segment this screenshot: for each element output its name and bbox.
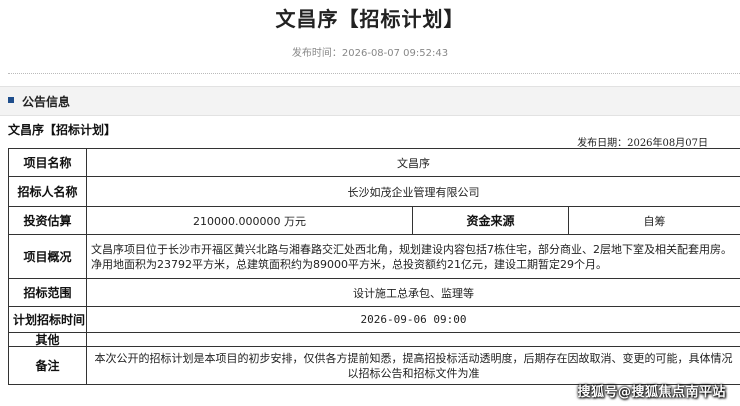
table-row: 招标人名称 长沙如茂企业管理有限公司 bbox=[8, 176, 740, 207]
table-row: 投资估算 210000.000000 万元 资金来源 自筹 bbox=[8, 206, 740, 235]
tenderer-label: 招标人名称 bbox=[8, 176, 87, 207]
table-row: 招标范围 设计施工总承包、监理等 bbox=[8, 278, 740, 307]
section-title: 公告信息 bbox=[22, 95, 71, 109]
document-heading: 文昌序【招标计划】 bbox=[8, 123, 117, 137]
table-row: 计划招标时间 2026-09-06 09:00 bbox=[8, 306, 740, 333]
divider bbox=[8, 73, 740, 74]
scope-label: 招标范围 bbox=[8, 278, 87, 307]
remark-label: 备注 bbox=[8, 346, 87, 385]
plan-time-value: 2026-09-06 09:00 bbox=[86, 306, 740, 333]
overview-value: 文昌序项目位于长沙市开福区黄兴北路与湘春路交汇处西北角，规划建设内容包括7栋住宅… bbox=[86, 234, 740, 279]
remark-value: 本次公开的招标计划是本项目的初步安排，仅供各方提前知悉，提高招投标活动透明度，后… bbox=[86, 346, 740, 385]
other-label: 其他 bbox=[8, 332, 87, 347]
project-name-label: 项目名称 bbox=[8, 148, 87, 177]
investment-value: 210000.000000 万元 bbox=[86, 206, 413, 235]
square-bullet-icon bbox=[8, 97, 14, 103]
table-row: 其他 bbox=[8, 332, 740, 347]
page-title: 文昌序【招标计划】 bbox=[275, 7, 465, 31]
section-header: 公告信息 bbox=[0, 86, 740, 116]
project-name-value: 文昌序 bbox=[86, 148, 740, 177]
tender-plan-table: 项目名称 文昌序 招标人名称 长沙如茂企业管理有限公司 投资估算 210000.… bbox=[8, 148, 740, 385]
other-value bbox=[86, 332, 740, 347]
scope-value: 设计施工总承包、监理等 bbox=[86, 278, 740, 307]
watermark: 搜狐号@搜狐焦点南平站 bbox=[577, 385, 726, 400]
fund-source-value: 自筹 bbox=[568, 206, 740, 235]
fund-source-label: 资金来源 bbox=[412, 206, 569, 235]
investment-label: 投资估算 bbox=[8, 206, 87, 235]
overview-label: 项目概况 bbox=[8, 234, 87, 279]
table-row: 备注 本次公开的招标计划是本项目的初步安排，仅供各方提前知悉，提高招投标活动透明… bbox=[8, 346, 740, 385]
plan-time-label: 计划招标时间 bbox=[8, 306, 87, 333]
publish-time: 发布时间：2026-08-07 09:52:43 bbox=[291, 48, 449, 59]
tenderer-value: 长沙如茂企业管理有限公司 bbox=[86, 176, 740, 207]
document-date: 发布日期：2026年08月07日 bbox=[577, 138, 708, 149]
table-row: 项目名称 文昌序 bbox=[8, 148, 740, 177]
table-row: 项目概况 文昌序项目位于长沙市开福区黄兴北路与湘春路交汇处西北角，规划建设内容包… bbox=[8, 234, 740, 279]
